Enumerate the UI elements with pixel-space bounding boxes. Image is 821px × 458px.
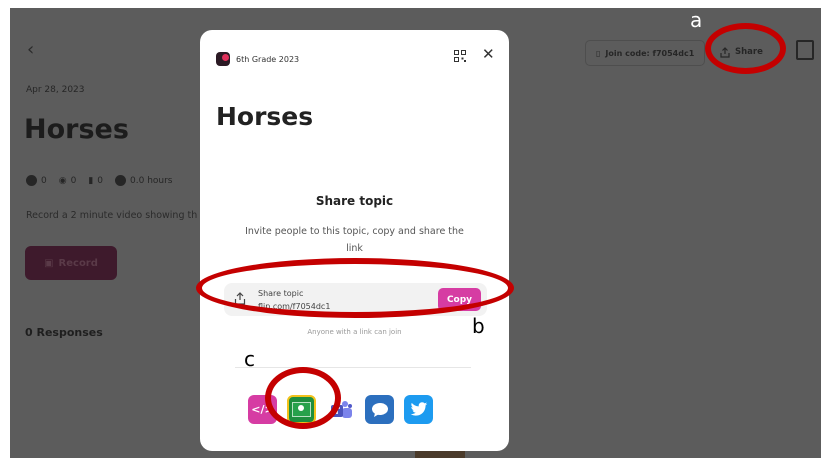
- share-heading: Share topic: [315, 194, 394, 208]
- record-button[interactable]: ▣ Record: [25, 246, 117, 280]
- annotation-ring-b: [196, 258, 514, 318]
- join-code-button[interactable]: ▯ Join code: f7054dc1: [585, 40, 706, 66]
- hours-count: 0.0 hours: [130, 175, 173, 186]
- annotation-label-a: a: [690, 8, 703, 32]
- twitter-icon: [410, 402, 427, 416]
- side-panel-icon[interactable]: [796, 40, 814, 60]
- share-description: Invite people to this topic, copy and sh…: [245, 226, 464, 254]
- camera-icon: ▣: [44, 257, 54, 269]
- close-icon[interactable]: ✕: [482, 47, 495, 62]
- clock-icon: [115, 175, 127, 186]
- qr-code-icon[interactable]: [454, 50, 466, 62]
- topic-stats: 0 ◉ 0 ▮ 0 0.0 hours: [26, 175, 173, 186]
- annotation-ring-c: [265, 367, 341, 429]
- divider: [235, 367, 471, 368]
- page-backdrop: ‹ Apr 28, 2023 Horses 0 ◉ 0 ▮ 0 0.0 hour…: [10, 8, 821, 458]
- topic-title: Horses: [24, 114, 129, 145]
- link-note: Anyone with a link can join: [307, 328, 402, 336]
- annotation-ring-a: [705, 23, 786, 74]
- twitter-button[interactable]: [404, 395, 433, 424]
- remind-button[interactable]: [365, 395, 394, 424]
- back-button[interactable]: ‹: [27, 39, 34, 60]
- responses-heading: 0 Responses: [25, 326, 103, 339]
- thumbnail-edge: [415, 450, 465, 458]
- record-label: Record: [58, 257, 98, 269]
- comment-icon: ▮: [88, 175, 94, 186]
- topic-date: Apr 28, 2023: [26, 85, 85, 95]
- modal-title: Horses: [216, 102, 314, 131]
- views-count: 0: [70, 175, 77, 186]
- remind-icon: [371, 402, 388, 417]
- videos-count: 0: [41, 175, 47, 186]
- join-code-label: Join code: f7054dc1: [605, 48, 695, 58]
- comments-count: 0: [97, 175, 104, 186]
- group-avatar: [216, 52, 230, 66]
- topic-description: Record a 2 minute video showing th: [26, 210, 198, 221]
- phone-icon: ▯: [596, 48, 601, 58]
- group-name: 6th Grade 2023: [236, 54, 300, 64]
- annotation-label-b: b: [472, 314, 485, 338]
- play-icon: [26, 175, 37, 186]
- modal-header: 6th Grade 2023: [216, 52, 299, 66]
- annotation-label-c: c: [244, 347, 255, 371]
- eye-icon: ◉: [58, 175, 67, 186]
- share-modal: 6th Grade 2023 ✕ Horses Share topic Invi…: [200, 30, 509, 451]
